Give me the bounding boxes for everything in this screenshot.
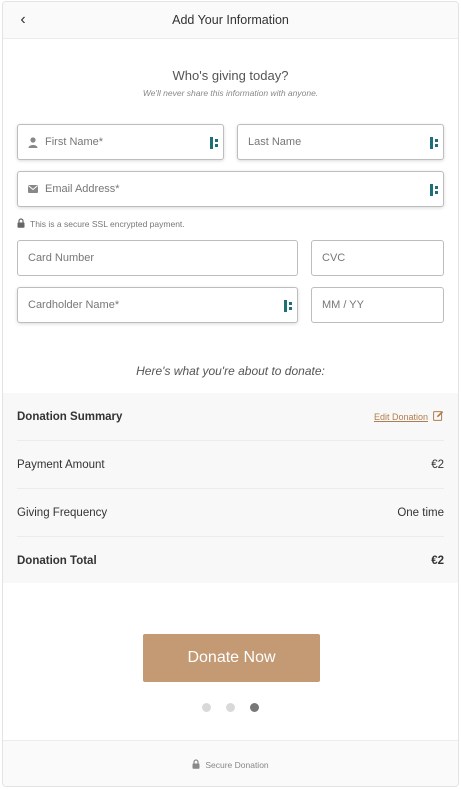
donation-summary-panel: Donation Summary Edit Donation Payment A… bbox=[3, 393, 458, 583]
edit-donation-link[interactable]: Edit Donation bbox=[374, 410, 444, 424]
cvc-field[interactable]: CVC bbox=[311, 240, 444, 276]
autofill-badge-icon[interactable] bbox=[430, 183, 440, 197]
step-dot-active[interactable] bbox=[250, 703, 259, 712]
header-bar: ‹ Add Your Information bbox=[3, 2, 458, 39]
user-icon bbox=[28, 136, 42, 148]
donate-now-button[interactable]: Donate Now bbox=[143, 634, 320, 682]
first-name-placeholder: First Name* bbox=[45, 136, 104, 148]
summary-row-value: €2 bbox=[431, 458, 444, 471]
summary-row-payment-amount: Payment Amount €2 bbox=[17, 441, 444, 489]
summary-title: Donation Summary bbox=[17, 410, 123, 423]
donation-form-window: ‹ Add Your Information Who's giving toda… bbox=[2, 1, 459, 787]
privacy-note: We'll never share this information with … bbox=[142, 88, 319, 98]
form-heading: Who's giving today? bbox=[172, 68, 289, 83]
step-dot[interactable] bbox=[226, 703, 235, 712]
cvc-placeholder: CVC bbox=[322, 252, 346, 264]
footer: Secure Donation bbox=[3, 740, 458, 786]
autofill-badge-icon[interactable] bbox=[430, 136, 440, 150]
summary-row-giving-frequency: Giving Frequency One time bbox=[17, 489, 444, 537]
summary-row-value: One time bbox=[397, 506, 444, 519]
first-name-field[interactable]: First Name* bbox=[17, 124, 224, 160]
email-placeholder: Email Address* bbox=[45, 183, 120, 195]
card-number-field[interactable]: Card Number bbox=[17, 240, 298, 276]
lock-icon bbox=[17, 218, 25, 230]
step-pager bbox=[3, 703, 458, 712]
lock-icon bbox=[192, 758, 200, 771]
summary-header-row: Donation Summary Edit Donation bbox=[17, 393, 444, 441]
autofill-badge-icon[interactable] bbox=[284, 299, 294, 313]
total-value: €2 bbox=[431, 555, 444, 567]
step-dot[interactable] bbox=[202, 703, 211, 712]
edit-donation-label: Edit Donation bbox=[373, 411, 428, 422]
cardholder-name-placeholder: Cardholder Name* bbox=[28, 299, 120, 311]
cardholder-name-field[interactable]: Cardholder Name* bbox=[17, 287, 298, 323]
summary-row-label: Payment Amount bbox=[17, 458, 105, 471]
ssl-note-text: This is a secure SSL encrypted payment. bbox=[30, 219, 185, 229]
email-field[interactable]: Email Address* bbox=[17, 171, 444, 207]
total-label: Donation Total bbox=[17, 555, 97, 567]
donation-intro: Here's what you're about to donate: bbox=[136, 364, 325, 378]
secure-donation-label: Secure Donation bbox=[205, 759, 269, 770]
summary-total-row: Donation Total €2 bbox=[17, 537, 444, 585]
chevron-left-icon[interactable]: ‹ bbox=[13, 10, 33, 30]
last-name-field[interactable]: Last Name bbox=[237, 124, 444, 160]
ssl-note: This is a secure SSL encrypted payment. bbox=[17, 218, 185, 230]
card-number-placeholder: Card Number bbox=[28, 252, 95, 264]
summary-row-label: Giving Frequency bbox=[17, 506, 108, 519]
page-title: Add Your Information bbox=[172, 13, 289, 27]
envelope-icon bbox=[28, 185, 42, 193]
edit-icon bbox=[433, 410, 444, 424]
expiry-field[interactable]: MM / YY bbox=[311, 287, 444, 323]
last-name-placeholder: Last Name bbox=[248, 136, 302, 148]
expiry-placeholder: MM / YY bbox=[322, 299, 364, 311]
autofill-badge-icon[interactable] bbox=[210, 136, 220, 150]
